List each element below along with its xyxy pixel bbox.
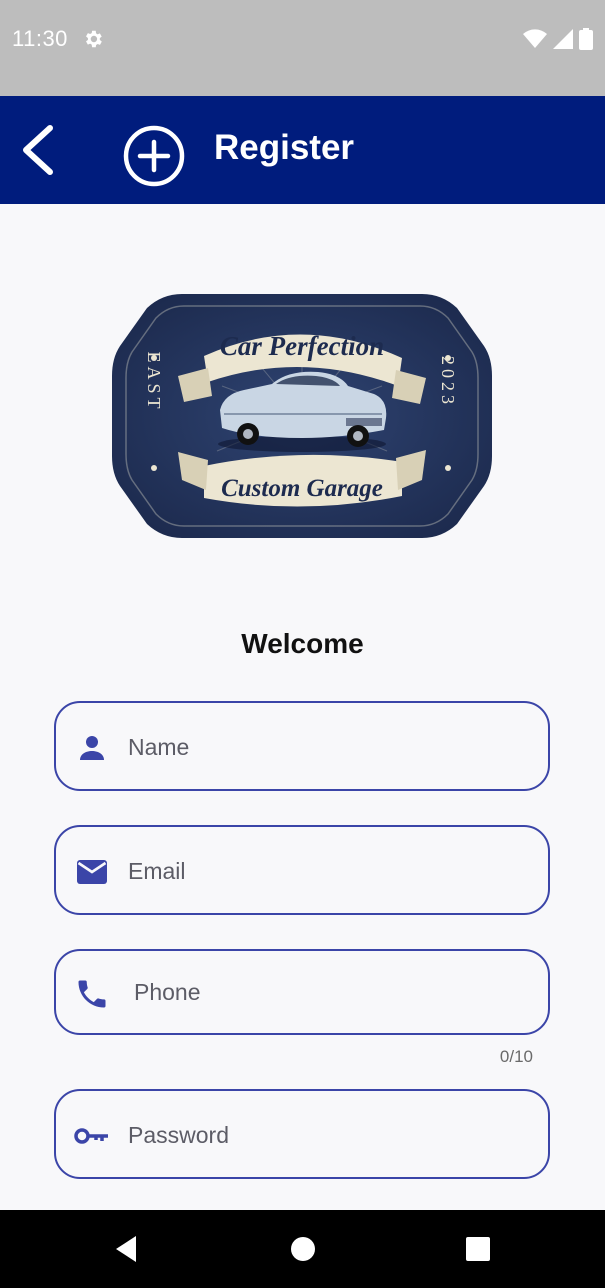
phone-field[interactable]: Phone	[54, 949, 550, 1035]
status-bar: 11:30	[0, 0, 605, 96]
logo-left-text: EAST	[144, 352, 164, 413]
person-icon	[80, 736, 104, 760]
settings-gear-icon	[86, 30, 102, 48]
cell-signal-icon	[553, 29, 573, 49]
phone-icon	[78, 980, 106, 1008]
password-placeholder: Password	[128, 1122, 229, 1148]
status-time: 11:30	[12, 26, 68, 51]
welcome-heading: Welcome	[241, 628, 364, 659]
logo-bottom-text: Custom Garage	[221, 475, 383, 502]
status-icons	[523, 28, 593, 50]
add-circle-icon	[123, 125, 185, 187]
app-bar: Register	[0, 96, 605, 204]
nav-recents-icon[interactable]	[461, 1232, 495, 1266]
system-nav-bar	[0, 1210, 605, 1288]
key-icon	[74, 1128, 108, 1144]
email-placeholder: Email	[128, 858, 186, 884]
password-field[interactable]: Password	[54, 1089, 550, 1179]
battery-icon	[579, 28, 593, 50]
logo-top-text: Car Perfection	[220, 331, 384, 361]
name-field[interactable]: Name	[54, 701, 550, 791]
phone-placeholder: Phone	[134, 979, 201, 1005]
email-field[interactable]: Email	[54, 825, 550, 915]
nav-back-icon[interactable]	[110, 1232, 144, 1266]
back-arrow-icon[interactable]	[14, 122, 62, 178]
phone-char-counter: 0/10	[499, 1047, 533, 1066]
mail-icon	[77, 860, 107, 884]
name-placeholder: Name	[128, 734, 190, 760]
logo-right-text: 2023	[438, 356, 458, 408]
nav-home-icon[interactable]	[286, 1232, 320, 1266]
car-perfection-logo: Car Perfection Custom Garage EAST 2023	[112, 294, 492, 538]
page-title: Register	[214, 128, 355, 167]
wifi-icon	[523, 29, 547, 48]
